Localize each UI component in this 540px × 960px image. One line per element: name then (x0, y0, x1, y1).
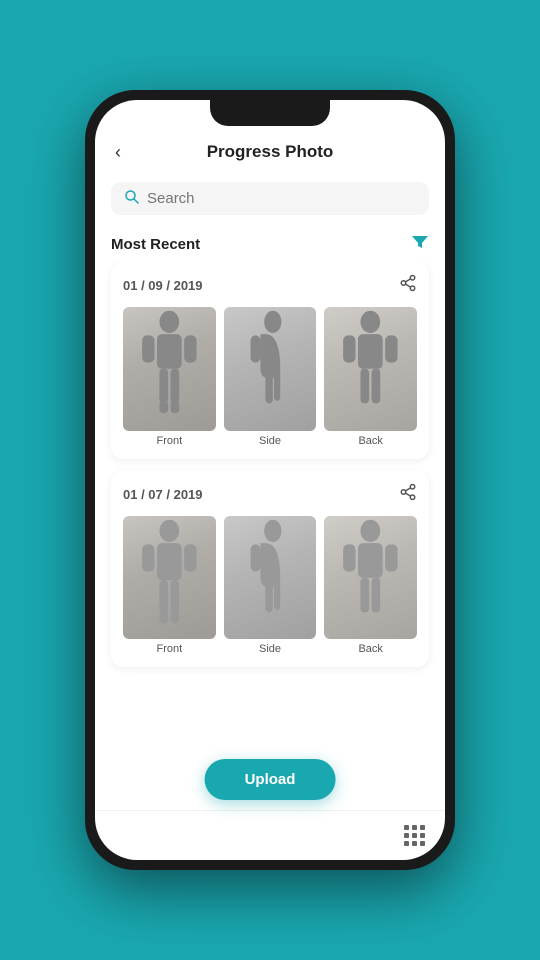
share-icon-2[interactable] (399, 483, 417, 506)
phone-device: ‹ Progress Photo Most Recent (85, 90, 455, 870)
share-icon-1[interactable] (399, 274, 417, 297)
screen-content: ‹ Progress Photo Most Recent (95, 100, 445, 860)
grid-dot (412, 825, 417, 830)
photo-item-side-2[interactable]: Side (224, 516, 317, 656)
group-header-1: 01 / 09 / 2019 (123, 274, 417, 297)
photo-item-back-1[interactable]: Back (324, 307, 417, 447)
photo-front-2 (123, 516, 216, 640)
photo-back-1 (324, 307, 417, 431)
photo-label-side-2: Side (259, 643, 281, 655)
photo-item-front-1[interactable]: Front (123, 307, 216, 447)
filter-icon[interactable] (411, 233, 429, 256)
photo-label-front-2: Front (156, 643, 182, 655)
upload-button[interactable]: Upload (205, 759, 336, 800)
bottom-nav (95, 810, 445, 860)
photo-grid-1: Front (123, 307, 417, 447)
grid-dot (404, 825, 409, 830)
group-date-2: 01 / 07 / 2019 (123, 487, 203, 502)
grid-dot (404, 833, 409, 838)
phone-screen: ‹ Progress Photo Most Recent (95, 100, 445, 860)
search-box (111, 182, 429, 215)
grid-dot (412, 833, 417, 838)
photo-item-front-2[interactable]: Front (123, 516, 216, 656)
search-input[interactable] (147, 190, 415, 207)
grid-dot (420, 841, 425, 846)
photo-label-front-1: Front (156, 435, 182, 447)
photo-item-side-1[interactable]: Side (224, 307, 317, 447)
photo-group-1: 01 / 09 / 2019 (111, 262, 429, 459)
upload-btn-container: Upload (205, 759, 336, 800)
photo-side-1 (224, 307, 317, 431)
page-title: Progress Photo (207, 142, 334, 162)
phone-notch (210, 100, 330, 126)
back-button[interactable]: ‹ (115, 142, 121, 163)
photo-side-2 (224, 516, 317, 640)
photo-label-back-2: Back (358, 643, 382, 655)
photo-item-back-2[interactable]: Back (324, 516, 417, 656)
group-date-1: 01 / 09 / 2019 (123, 278, 203, 293)
photo-label-back-1: Back (358, 435, 382, 447)
grid-dot (420, 833, 425, 838)
scroll-area[interactable]: 01 / 09 / 2019 (95, 262, 445, 810)
header: ‹ Progress Photo (95, 130, 445, 174)
photo-group-2: 01 / 07 / 2019 (111, 471, 429, 668)
photo-back-2 (324, 516, 417, 640)
photo-front-1 (123, 307, 216, 431)
grid-dot (412, 841, 417, 846)
section-title: Most Recent (111, 236, 200, 253)
grid-menu-icon[interactable] (404, 825, 425, 846)
search-container (95, 174, 445, 223)
group-header-2: 01 / 07 / 2019 (123, 483, 417, 506)
photo-label-side-1: Side (259, 435, 281, 447)
photo-grid-2: Front (123, 516, 417, 656)
grid-dot (420, 825, 425, 830)
section-header: Most Recent (95, 223, 445, 262)
grid-dot (404, 841, 409, 846)
search-icon (125, 190, 139, 207)
